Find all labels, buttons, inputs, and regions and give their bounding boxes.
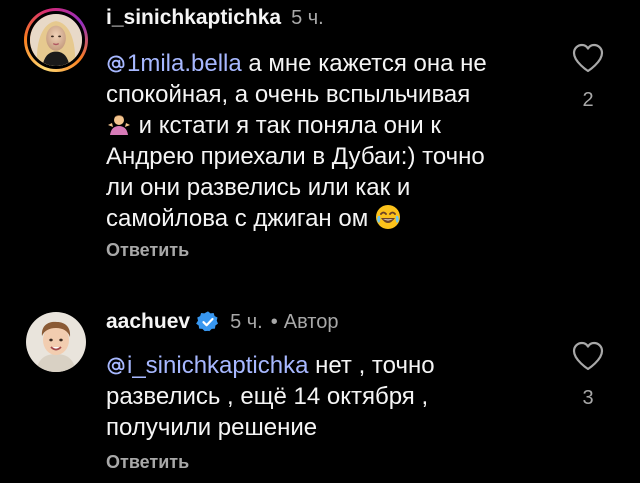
comment-header: aachuev 5 ч. • Автор (106, 310, 338, 334)
at-sign-icon (107, 55, 125, 73)
username[interactable]: aachuev (106, 310, 190, 334)
like-count: 2 (582, 89, 594, 111)
comment-line: получили решение (106, 414, 318, 441)
heart-outline-icon[interactable] (571, 42, 605, 74)
like-section: 3 (566, 340, 610, 410)
comment-line: развелись , ещё 14 октября , (106, 383, 429, 410)
comment-text: 1mila.bella а мне кажется она не спокойн… (106, 48, 546, 234)
comment-line: спокойная, а очень вспыльчивая (106, 81, 471, 108)
username[interactable]: i_sinichkaptichka (106, 6, 281, 30)
author-badge: Автор (283, 310, 339, 333)
comment-line: ли они развелись или как и (106, 174, 411, 201)
meta-separator: • (270, 310, 278, 333)
comment-line: самойлова с джиган ом (106, 205, 375, 232)
reply-button[interactable]: Ответить (106, 452, 189, 473)
like-section: 2 (566, 42, 610, 112)
avatar-image (26, 312, 86, 372)
comment-line: и кстати я так поняла они к (132, 112, 441, 139)
comment-line: Андрею приехали в Дубаи:) точно (106, 143, 485, 170)
mention-text: i_sinichkaptichka (127, 352, 309, 379)
verified-badge-icon (196, 311, 219, 332)
comment-text: i_sinichkaptichka нет , точно развелись … (106, 350, 546, 443)
avatar[interactable] (26, 312, 86, 372)
timestamp: 5 ч. (291, 6, 324, 29)
comment-text-segment: а мне кажется она не (241, 50, 487, 77)
avatar[interactable] (24, 8, 88, 72)
mention-text: 1mila.bella (127, 50, 242, 77)
comment-header: i_sinichkaptichka 5 ч. (106, 6, 324, 30)
person-shrugging-emoji (108, 115, 130, 135)
reply-button[interactable]: Ответить (106, 240, 189, 261)
comment-text-segment: нет , точно (308, 352, 435, 379)
at-sign-icon (107, 357, 125, 375)
mention-link[interactable]: 1mila.bella (106, 50, 242, 77)
like-count: 3 (582, 387, 594, 409)
heart-outline-icon[interactable] (571, 340, 605, 372)
face-with-tears-of-joy-emoji (375, 205, 400, 229)
timestamp: 5 ч. (230, 310, 263, 333)
avatar-image (27, 11, 85, 69)
mention-link[interactable]: i_sinichkaptichka (106, 352, 308, 379)
